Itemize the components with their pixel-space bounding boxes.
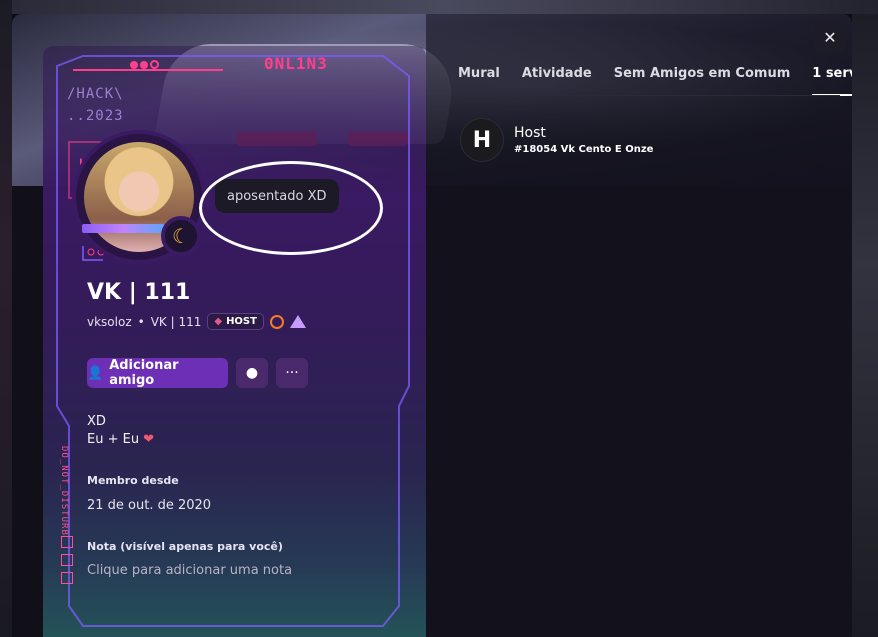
server-nickname: VK | 111 <box>150 314 202 329</box>
custom-status-text: aposentado XD <box>227 188 327 204</box>
close-button[interactable]: ✕ <box>814 21 846 53</box>
more-icon: ··· <box>285 365 299 381</box>
more-button[interactable]: ··· <box>276 358 308 388</box>
add-friend-icon: 👤 <box>87 365 104 381</box>
year-text: ..2023 <box>67 108 124 124</box>
username-line: vksoloz • VK | 111 ◆ HOST <box>87 313 306 330</box>
triangle-badge-icon[interactable] <box>289 315 306 328</box>
background-left-strip <box>0 0 12 637</box>
host-tag-label: HOST <box>226 316 257 327</box>
small-deco-boxes <box>61 536 73 590</box>
tab-mural[interactable]: Mural <box>458 66 500 96</box>
heart-icon: ❤ <box>143 432 154 447</box>
username: vksoloz <box>87 314 132 329</box>
bio-line-2: Eu + Eu ❤ <box>87 432 154 447</box>
hack-text: /HACK\ <box>67 86 124 102</box>
message-button[interactable]: ● <box>236 358 268 388</box>
tab-mutual-servers[interactable]: 1 servidor m <box>812 66 852 96</box>
gem-icon: ◆ <box>214 316 223 327</box>
profile-card: 0NL1N3 /HACK\ ..2023 123 ☾ VK | 111 vkso… <box>43 46 426 637</box>
tabs-divider <box>458 95 840 96</box>
profile-tabs: Mural Atividade Sem Amigos em Comum 1 se… <box>458 66 852 96</box>
member-since-value: 21 de out. de 2020 <box>87 498 212 513</box>
bio-line-1: XD <box>87 414 106 429</box>
background-top-strip <box>12 0 878 14</box>
avatar-decoration-bar <box>82 224 164 233</box>
server-name: Host <box>514 125 546 141</box>
server-icon: H <box>460 118 504 162</box>
display-name: VK | 111 <box>87 280 191 305</box>
moon-icon: ☾ <box>161 216 201 256</box>
message-icon: ● <box>245 365 259 381</box>
orange-badge-icon[interactable] <box>269 314 284 329</box>
member-since-label: Membro desde <box>87 474 179 487</box>
tab-mutual-friends[interactable]: Sem Amigos em Comum <box>614 66 791 96</box>
background-right-strip <box>852 14 878 637</box>
server-nickname-subtitle: #18054 Vk Cento E Onze <box>514 144 654 155</box>
server-info: Host #18054 Vk Cento E Onze <box>514 125 653 155</box>
online-status-text: 0NL1N3 <box>264 54 328 73</box>
right-panel <box>426 14 852 637</box>
vertical-deco-text: DO_NOT_DISTURB <box>59 446 69 536</box>
add-friend-button[interactable]: 👤 Adicionar amigo <box>87 358 228 388</box>
bio-line-2-text: Eu + Eu <box>87 432 140 447</box>
host-tag[interactable]: ◆ HOST <box>207 313 264 330</box>
separator-dot: • <box>137 314 145 329</box>
neon-dots <box>130 54 161 73</box>
custom-status-bubble: aposentado XD <box>215 179 339 213</box>
tab-atividade[interactable]: Atividade <box>522 66 592 96</box>
note-label: Nota (visível apenas para você) <box>87 540 283 553</box>
add-friend-label: Adicionar amigo <box>109 358 179 388</box>
close-icon: ✕ <box>823 27 837 47</box>
note-input[interactable]: Clique para adicionar uma nota <box>87 563 387 578</box>
server-list-item[interactable]: H Host #18054 Vk Cento E Onze <box>460 118 653 162</box>
profile-modal: ✕ 0NL1N3 /HACK\ ..2023 123 ☾ VK | 111 vk… <box>12 14 852 637</box>
